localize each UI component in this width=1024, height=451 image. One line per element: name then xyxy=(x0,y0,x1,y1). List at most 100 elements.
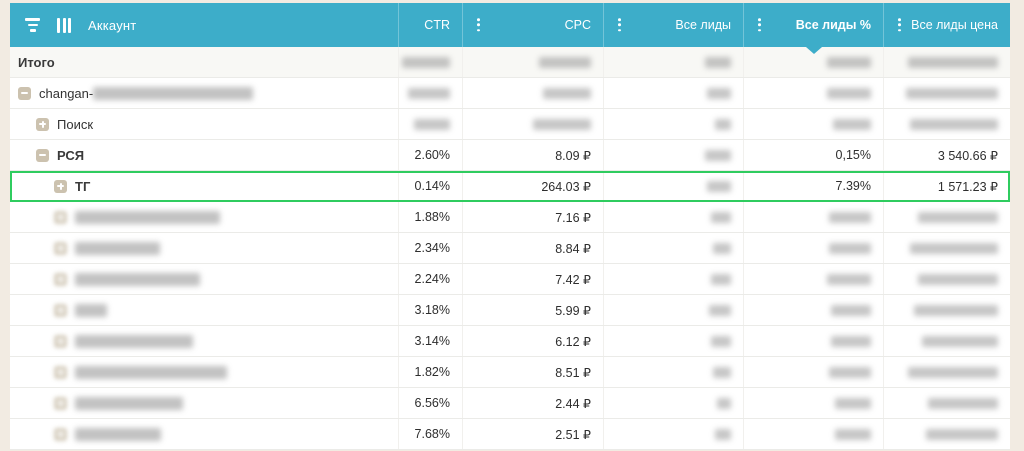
filter-icon[interactable] xyxy=(25,18,40,32)
redacted-value xyxy=(711,336,731,347)
redacted-value-cell xyxy=(603,171,743,201)
kebab-icon[interactable] xyxy=(898,18,901,31)
cell-value: 3.14% xyxy=(415,334,450,348)
redacted-value-cell xyxy=(603,78,743,108)
cell-value: 7.42 ₽ xyxy=(555,272,591,287)
cell-value: 6.56% xyxy=(415,396,450,410)
cell-value: 2.34% xyxy=(415,241,450,255)
page-background: Аккаунт CTR CPC Все лиды Все лиды % Все … xyxy=(0,0,1024,451)
table-row[interactable]: 2.34% 8.84 ₽ xyxy=(10,233,1010,264)
expander-plus-icon[interactable] xyxy=(54,335,67,348)
table-row[interactable]: 7.68%2.51 ₽ xyxy=(10,419,1010,450)
redacted-value-cell xyxy=(743,326,883,356)
redacted-value-cell xyxy=(603,264,743,294)
redacted-value-cell xyxy=(603,357,743,387)
value-cell: 1 571.23 ₽ xyxy=(883,171,1010,201)
table-row[interactable]: 3.14%6.12 ₽ xyxy=(10,326,1010,357)
table-row[interactable]: РСЯ2.60%8.09 ₽0,15%3 540.66 ₽ xyxy=(10,140,1010,171)
expander-minus-icon[interactable] xyxy=(36,149,49,162)
column-header-account[interactable]: Аккаунт xyxy=(10,3,398,47)
table-row[interactable]: 1.88% 7.16 ₽ xyxy=(10,202,1010,233)
value-cell: 1.88% xyxy=(398,202,462,232)
column-header-cpc[interactable]: CPC xyxy=(462,3,603,47)
redacted-value-cell xyxy=(883,326,1010,356)
expander-plus-icon[interactable] xyxy=(54,304,67,317)
column-header-ctr[interactable]: CTR xyxy=(398,3,462,47)
table-row[interactable]: changan- xyxy=(10,78,1010,109)
redacted-value xyxy=(705,57,731,68)
redacted-value xyxy=(717,398,731,409)
row-label: РСЯ xyxy=(57,148,84,163)
redacted-value xyxy=(833,119,871,130)
redacted-value-cell xyxy=(883,264,1010,294)
redacted-value xyxy=(705,150,731,161)
redacted-value xyxy=(408,88,450,99)
expander-plus-icon[interactable] xyxy=(54,273,67,286)
redacted-value-cell xyxy=(603,388,743,418)
table-row[interactable]: Итого xyxy=(10,47,1010,78)
expander-plus-icon[interactable] xyxy=(54,366,67,379)
account-tree-cell: РСЯ xyxy=(10,140,398,170)
redacted-value xyxy=(908,367,998,378)
redacted-value xyxy=(918,274,998,285)
redacted-row-label xyxy=(75,335,193,348)
table-header: Аккаунт CTR CPC Все лиды Все лиды % Все … xyxy=(10,3,1010,47)
value-cell: 7.16 ₽ xyxy=(462,202,603,232)
redacted-value-cell xyxy=(462,47,603,77)
table-row[interactable]: 6.56%2.44 ₽ xyxy=(10,388,1010,419)
redacted-value-cell xyxy=(398,47,462,77)
column-header-leads-cost[interactable]: Все лиды цена xyxy=(883,3,1010,47)
account-tree-cell: Поиск xyxy=(10,109,398,139)
column-header-leads-pct[interactable]: Все лиды % xyxy=(743,3,883,47)
table-row[interactable]: Поиск xyxy=(10,109,1010,140)
redacted-value xyxy=(715,429,731,440)
expander-plus-icon[interactable] xyxy=(54,428,67,441)
redacted-value xyxy=(910,119,998,130)
cell-value: 0.14% xyxy=(415,179,450,193)
columns-icon[interactable] xyxy=(57,18,71,33)
redacted-row-label xyxy=(75,273,200,286)
value-cell: 2.24% xyxy=(398,264,462,294)
account-tree-cell xyxy=(10,326,398,356)
redacted-value-cell xyxy=(603,295,743,325)
expander-plus-icon[interactable] xyxy=(54,397,67,410)
expander-plus-icon[interactable] xyxy=(36,118,49,131)
redacted-value xyxy=(715,119,731,130)
redacted-value xyxy=(709,305,731,316)
expander-minus-icon[interactable] xyxy=(18,87,31,100)
redacted-row-label xyxy=(75,242,160,255)
table-row[interactable]: 1.82%8.51 ₽ xyxy=(10,357,1010,388)
kebab-icon[interactable] xyxy=(477,18,480,31)
redacted-value xyxy=(922,336,998,347)
redacted-value xyxy=(543,88,591,99)
cell-value: 2.24% xyxy=(415,272,450,286)
table-row-selected[interactable]: ТГ0.14%264.03 ₽7.39%1 571.23 ₽ xyxy=(10,171,1010,202)
cell-value: 1.88% xyxy=(415,210,450,224)
report-table: Аккаунт CTR CPC Все лиды Все лиды % Все … xyxy=(10,3,1010,450)
redacted-value-cell xyxy=(883,419,1010,449)
account-tree-cell xyxy=(10,419,398,449)
sort-indicator-icon xyxy=(806,47,822,54)
table-row[interactable]: 2.24% 7.42 ₽ xyxy=(10,264,1010,295)
expander-plus-icon[interactable] xyxy=(54,211,67,224)
value-cell: 8.84 ₽ xyxy=(462,233,603,263)
cell-value: 8.84 ₽ xyxy=(555,241,591,256)
redacted-value-cell xyxy=(743,109,883,139)
kebab-icon[interactable] xyxy=(758,18,761,31)
redacted-value-cell xyxy=(603,419,743,449)
redacted-row-label xyxy=(75,397,183,410)
expander-plus-icon[interactable] xyxy=(54,242,67,255)
value-cell: 5.99 ₽ xyxy=(462,295,603,325)
redacted-value xyxy=(835,429,871,440)
account-tree-cell xyxy=(10,233,398,263)
table-row[interactable]: 3.18%5.99 ₽ xyxy=(10,295,1010,326)
cell-value: 2.51 ₽ xyxy=(555,427,591,442)
redacted-value xyxy=(539,57,591,68)
column-header-leads[interactable]: Все лиды xyxy=(603,3,743,47)
cell-value: 1 571.23 ₽ xyxy=(938,179,998,194)
kebab-icon[interactable] xyxy=(618,18,621,31)
redacted-value xyxy=(402,57,450,68)
cell-value: 0,15% xyxy=(836,148,871,162)
expander-plus-icon[interactable] xyxy=(54,180,67,193)
cell-value: 1.82% xyxy=(415,365,450,379)
